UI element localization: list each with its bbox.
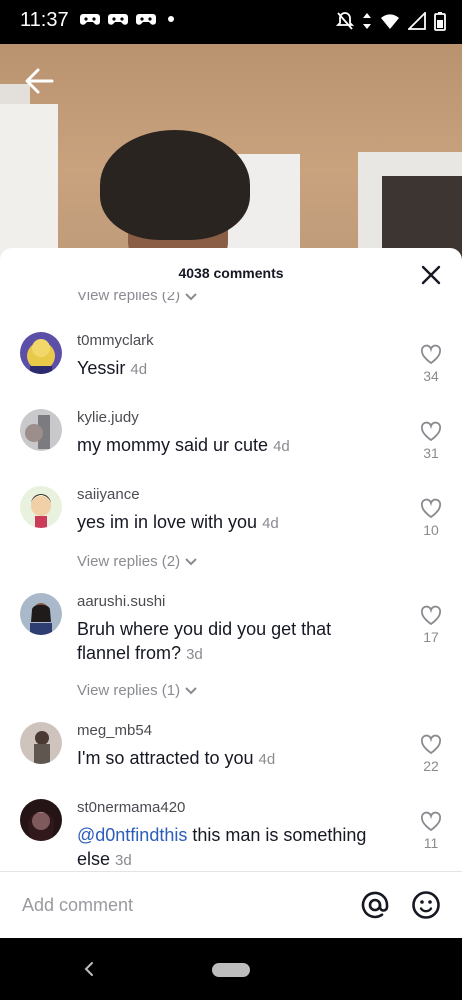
comment-mention-link[interactable]: @d0ntfindthis bbox=[77, 825, 187, 845]
more-notifications-dot-icon bbox=[168, 16, 174, 22]
heart-outline-icon[interactable] bbox=[420, 811, 442, 833]
comment-timestamp: 4d bbox=[258, 751, 276, 768]
heart-outline-icon[interactable] bbox=[420, 734, 442, 756]
arrow-left-icon[interactable] bbox=[22, 64, 56, 98]
avatar[interactable] bbox=[20, 332, 62, 374]
avatar[interactable] bbox=[20, 799, 62, 841]
comment-text: @d0ntfindthis this man is something else… bbox=[77, 823, 377, 873]
comment-body: Bruh where you did you get that flannel … bbox=[77, 619, 332, 663]
comment-body: I'm so attracted to you bbox=[77, 748, 254, 768]
like-count: 10 bbox=[423, 522, 439, 538]
smiley-icon[interactable] bbox=[411, 890, 441, 920]
comment-username[interactable]: aarushi.sushi bbox=[77, 593, 165, 610]
comment-text: yes im in love with you 4d bbox=[77, 510, 377, 536]
game-controller-icon bbox=[108, 14, 128, 25]
avatar-image bbox=[20, 409, 62, 451]
video-person-hair bbox=[100, 130, 250, 240]
home-pill-button[interactable] bbox=[212, 963, 250, 977]
status-time: 11:37 bbox=[20, 9, 69, 31]
comments-sheet: 4038 comments View replies (2) t0mmyclar… bbox=[0, 248, 462, 938]
avatar[interactable] bbox=[20, 486, 62, 528]
comment-username[interactable]: meg_mb54 bbox=[77, 722, 152, 739]
avatar-image bbox=[20, 332, 62, 374]
comment-username[interactable]: t0mmyclark bbox=[77, 332, 154, 349]
like-count: 11 bbox=[423, 835, 439, 851]
comment-text: Bruh where you did you get that flannel … bbox=[77, 617, 377, 667]
view-replies-link[interactable]: View replies (1) bbox=[77, 682, 198, 699]
view-replies-link[interactable]: View replies (2) bbox=[77, 292, 198, 306]
close-icon[interactable] bbox=[420, 264, 442, 286]
wifi-icon bbox=[381, 14, 399, 29]
avatar[interactable] bbox=[20, 593, 62, 635]
comment-text: Yessir 4d bbox=[77, 356, 377, 382]
comment-body: yes im in love with you bbox=[77, 512, 258, 532]
comment-count-title: 4038 comments bbox=[178, 265, 284, 281]
like-count: 34 bbox=[423, 368, 439, 384]
chevron-left-icon[interactable] bbox=[80, 960, 98, 978]
like-count: 22 bbox=[423, 758, 439, 774]
view-replies-link[interactable]: View replies (2) bbox=[77, 553, 198, 570]
comment-text: I'm so attracted to you 4d bbox=[77, 746, 377, 772]
data-arrows-icon bbox=[363, 13, 371, 29]
avatar-image bbox=[20, 593, 62, 635]
like-count: 17 bbox=[423, 629, 439, 645]
comment-username[interactable]: kylie.judy bbox=[77, 409, 139, 426]
status-bar: 11:37 bbox=[0, 0, 462, 44]
signal-icon bbox=[408, 12, 426, 30]
video-preview[interactable] bbox=[0, 44, 462, 274]
avatar-image bbox=[20, 486, 62, 528]
add-comment-bar bbox=[0, 871, 462, 939]
like-count: 31 bbox=[423, 445, 439, 461]
heart-outline-icon[interactable] bbox=[420, 498, 442, 520]
game-controller-icon bbox=[80, 14, 100, 25]
chevron-down-icon bbox=[185, 293, 197, 301]
chevron-down-icon bbox=[185, 686, 197, 694]
avatar[interactable] bbox=[20, 409, 62, 451]
view-replies-label: View replies (2) bbox=[77, 292, 181, 304]
heart-outline-icon[interactable] bbox=[420, 421, 442, 443]
add-comment-input[interactable] bbox=[20, 894, 324, 917]
system-icons bbox=[336, 11, 446, 31]
comment-username[interactable]: st0nermama420 bbox=[77, 799, 185, 816]
comment-username[interactable]: saiiyance bbox=[77, 486, 140, 503]
battery-icon bbox=[434, 12, 446, 31]
comment-timestamp: 3d bbox=[186, 646, 203, 663]
notification-icons bbox=[80, 11, 174, 27]
avatar-image bbox=[20, 799, 62, 841]
heart-outline-icon[interactable] bbox=[420, 344, 442, 366]
avatar-image bbox=[20, 722, 62, 764]
view-replies-label: View replies (1) bbox=[77, 682, 181, 699]
avatar[interactable] bbox=[20, 722, 62, 764]
bell-off-icon bbox=[336, 12, 354, 30]
at-sign-icon[interactable] bbox=[360, 890, 390, 920]
heart-outline-icon[interactable] bbox=[420, 605, 442, 627]
comment-timestamp: 4d bbox=[273, 438, 290, 455]
game-controller-icon bbox=[136, 14, 156, 25]
comment-body: Yessir bbox=[77, 358, 126, 378]
comment-text: my mommy said ur cute 4d bbox=[77, 433, 377, 459]
comment-timestamp: 4d bbox=[262, 515, 279, 532]
chevron-down-icon bbox=[185, 557, 197, 565]
comments-header: 4038 comments bbox=[0, 248, 462, 298]
view-replies-label: View replies (2) bbox=[77, 553, 181, 570]
comment-timestamp: 3d bbox=[115, 852, 132, 869]
comment-timestamp: 4d bbox=[130, 361, 148, 378]
comment-body: my mommy said ur cute bbox=[77, 435, 269, 455]
